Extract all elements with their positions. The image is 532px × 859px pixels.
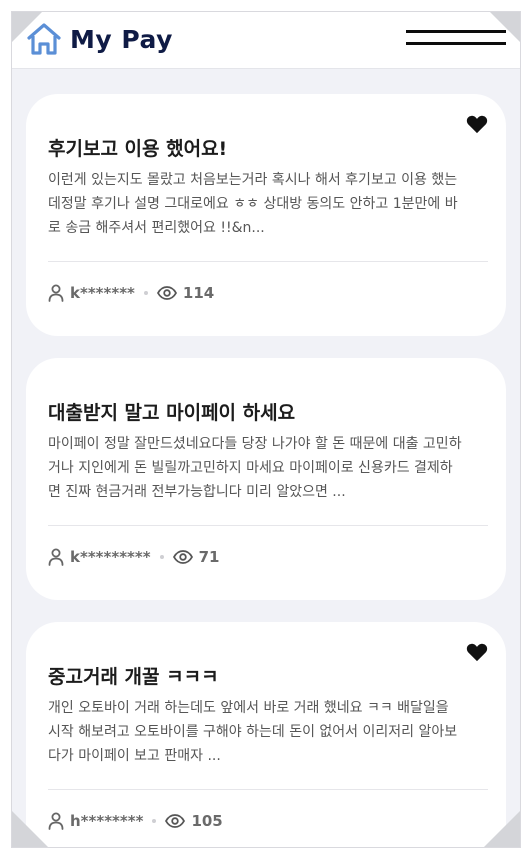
author-name: k******* — [70, 284, 135, 302]
user-icon — [48, 284, 64, 302]
excerpt-line: 거나 지인에게 돈 빌릴까고민하지 마세요 마이페이로 신용카드 결제하 — [48, 460, 453, 476]
divider — [48, 789, 488, 790]
post-meta: k********* 71 — [48, 548, 219, 566]
review-card[interactable]: 중고거래 개꿀 ㅋㅋㅋ 개인 오토바이 거래 하는데도 앞에서 바로 거래 했네… — [26, 622, 506, 847]
corner-fold — [484, 811, 520, 847]
author-name: h******** — [70, 812, 144, 830]
eye-icon — [165, 814, 186, 828]
corner-fold — [12, 811, 48, 847]
separator-dot — [143, 291, 148, 295]
logo[interactable]: My Pay — [26, 21, 173, 57]
logo-text: My Pay — [70, 24, 173, 54]
separator-dot — [159, 555, 164, 559]
divider — [48, 261, 488, 262]
post-meta: h******** 105 — [48, 812, 223, 830]
heart-icon[interactable] — [466, 114, 488, 138]
heart-icon[interactable] — [466, 642, 488, 666]
separator-dot — [152, 819, 157, 823]
corner-fold — [12, 12, 42, 42]
eye-icon — [156, 286, 177, 300]
divider — [48, 525, 488, 526]
top-header: My Pay — [12, 12, 520, 69]
corner-fold — [490, 12, 520, 42]
excerpt-line: 면 진짜 현금거래 전부가능합니다 미리 알았으면 ... — [48, 484, 346, 500]
author-name: k********* — [70, 548, 151, 566]
review-card[interactable]: 후기보고 이용 했어요! 이런게 있는지도 몰랐고 처음보는거라 혹시나 해서 … — [26, 94, 506, 336]
review-card[interactable]: 대출받지 말고 마이페이 하세요 마이페이 정말 잘만드셨네요다들 당장 나가야… — [26, 358, 506, 600]
view-count: 71 — [198, 548, 220, 566]
post-title: 후기보고 이용 했어요! — [48, 138, 228, 160]
excerpt-line: 마이페이 정말 잘만드셨네요다들 당장 나가야 할 돈 때문에 대출 고민하 — [48, 436, 462, 452]
excerpt-line: 개인 오토바이 거래 하는데도 앞에서 바로 거래 했네요 ㅋㅋ 배달일을 — [48, 700, 449, 716]
user-icon — [48, 812, 64, 830]
view-count: 105 — [191, 812, 223, 830]
post-title: 대출받지 말고 마이페이 하세요 — [48, 402, 296, 424]
eye-icon — [172, 550, 193, 564]
post-excerpt: 개인 오토바이 거래 하는데도 앞에서 바로 거래 했네요 ㅋㅋ 배달일을 시작… — [48, 696, 488, 768]
view-count: 114 — [182, 284, 215, 302]
app-screen: My Pay 후기보고 이용 했어요! 이런게 있는지도 몰랐고 처음보는거라 … — [11, 11, 521, 848]
excerpt-line: 로 송금 해주셔서 편리했어요 !!&n... — [48, 220, 265, 236]
excerpt-line: 데정말 후기나 설명 그대로에요 ㅎㅎ 상대방 동의도 안하고 1분만에 바 — [48, 196, 458, 212]
excerpt-line: 시작 해보려고 오토바이를 구해야 하는데 돈이 없어서 이리저리 알아보 — [48, 724, 458, 740]
excerpt-line: 이런게 있는지도 몰랐고 처음보는거라 혹시나 해서 후기보고 이용 했는 — [48, 172, 458, 188]
post-excerpt: 마이페이 정말 잘만드셨네요다들 당장 나가야 할 돈 때문에 대출 고민하 거… — [48, 432, 488, 504]
post-title: 중고거래 개꿀 ㅋㅋㅋ — [48, 666, 219, 688]
post-excerpt: 이런게 있는지도 몰랐고 처음보는거라 혹시나 해서 후기보고 이용 했는 데정… — [48, 168, 488, 240]
excerpt-line: 다가 마이페이 보고 판매자 ... — [48, 748, 221, 764]
post-meta: k******* 114 — [48, 284, 214, 302]
user-icon — [48, 548, 64, 566]
